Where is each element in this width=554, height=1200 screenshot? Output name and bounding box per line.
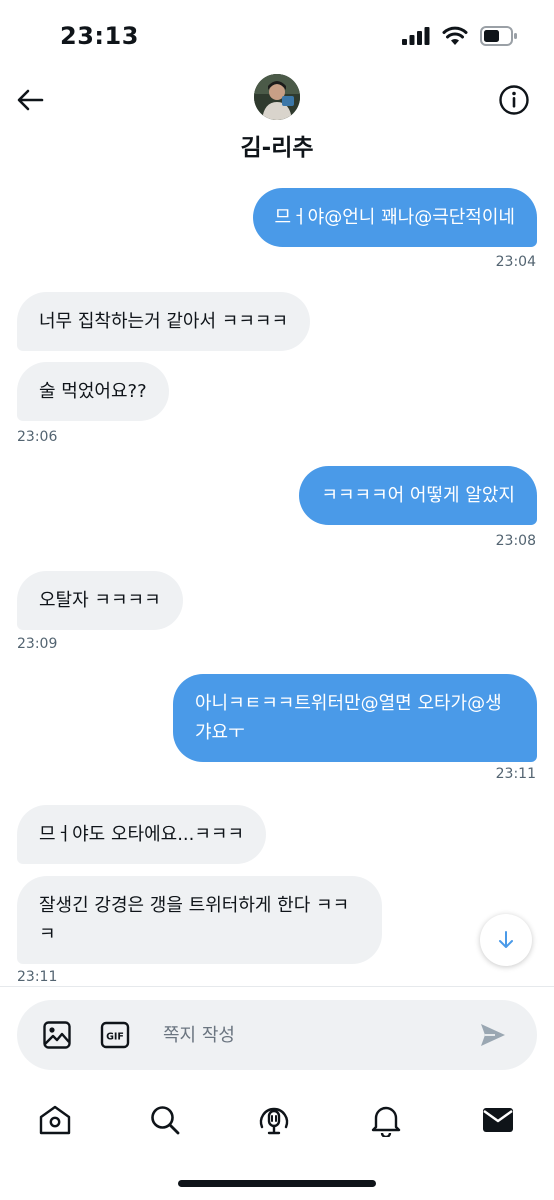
nav-notifications[interactable] (366, 1100, 406, 1140)
wifi-icon (442, 26, 468, 45)
status-bar: 23:13 (0, 0, 554, 70)
svg-text:GIF: GIF (106, 1032, 124, 1043)
image-button[interactable] (41, 1019, 73, 1051)
nav-search[interactable] (145, 1100, 185, 1140)
search-icon (151, 1106, 180, 1135)
status-time: 23:13 (60, 22, 139, 50)
message-bubble-incoming[interactable]: 술 먹었어요?? (17, 362, 169, 421)
message-input[interactable] (163, 1016, 463, 1054)
home-icon (39, 1105, 71, 1135)
avatar-image (254, 74, 300, 120)
message-timestamp: 23:11 (495, 766, 536, 782)
message-bubble-incoming[interactable]: 므ㅓ야도 오타에요...ㅋㅋㅋ (17, 805, 267, 864)
nav-spaces[interactable] (254, 1100, 294, 1140)
message-composer: GIF (17, 1000, 537, 1070)
home-indicator (178, 1180, 376, 1187)
bottom-navigation (0, 1090, 554, 1150)
spaces-icon (259, 1107, 289, 1135)
message-timestamp: 23:06 (17, 429, 58, 445)
nav-messages[interactable] (478, 1100, 518, 1140)
message-bubble-incoming[interactable]: 오탈자 ㅋㅋㅋㅋ (17, 571, 183, 630)
message-timestamp: 23:09 (17, 636, 58, 652)
arrow-down-icon (499, 931, 513, 948)
message-bubble-incoming[interactable]: 잘생긴 강경은 갱을 트위터하게 한다 ㅋㅋㅋ (17, 876, 382, 964)
contact-name[interactable]: 김-리추 (0, 128, 554, 162)
scroll-to-bottom-button[interactable] (480, 914, 532, 966)
info-button[interactable] (496, 82, 532, 118)
send-button[interactable] (477, 1019, 509, 1051)
send-icon (481, 1024, 505, 1046)
notifications-icon (371, 1106, 401, 1137)
divider (0, 986, 554, 987)
gif-icon: GIF (100, 1021, 130, 1049)
gif-button[interactable]: GIF (99, 1019, 131, 1051)
messages-icon (483, 1108, 513, 1132)
message-timestamp: 23:11 (17, 969, 58, 985)
cellular-signal-icon (402, 27, 430, 45)
back-arrow-icon (17, 89, 44, 111)
avatar[interactable] (254, 74, 300, 120)
battery-icon (480, 26, 517, 46)
nav-home[interactable] (35, 1100, 75, 1140)
image-icon (43, 1021, 71, 1049)
back-button[interactable] (12, 82, 48, 118)
message-bubble-incoming[interactable]: 너무 집착하는거 같아서 ㅋㅋㅋㅋ (17, 292, 311, 351)
info-icon (499, 85, 529, 115)
message-bubble-outgoing[interactable]: ㅋㅋㅋㅋ어 어떻게 알았지 (299, 466, 537, 525)
message-bubble-outgoing[interactable]: 아니ㅋㅌㅋㅋ트위터만@열면 오타가@생갸요ㅜ (173, 674, 537, 762)
status-icons (402, 26, 518, 46)
conversation-header: 김-리추 (0, 70, 554, 170)
message-bubble-outgoing[interactable]: 므ㅓ야@언니 꽤나@극단적이네 (252, 188, 537, 247)
message-timestamp: 23:04 (495, 254, 536, 270)
message-timestamp: 23:08 (495, 533, 536, 549)
